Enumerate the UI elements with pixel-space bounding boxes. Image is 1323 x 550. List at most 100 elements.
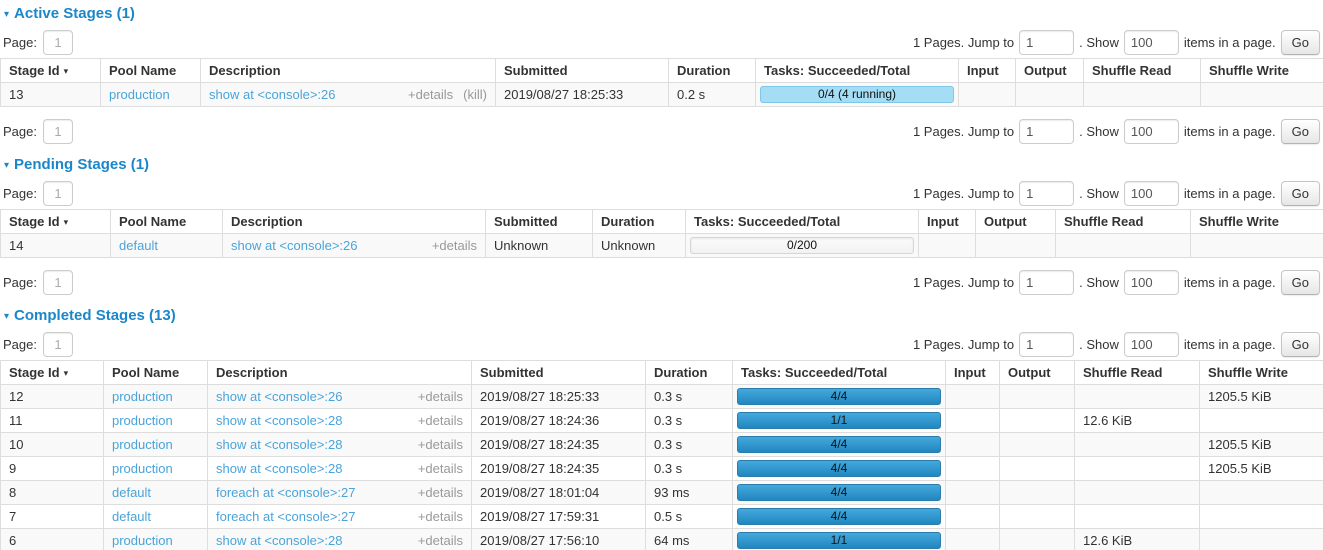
go-button[interactable]: Go [1281, 332, 1320, 357]
stage-id-cell: 11 [1, 409, 104, 433]
page-input[interactable] [43, 332, 73, 357]
column-header-description[interactable]: Description [208, 361, 472, 385]
details-toggle-link[interactable]: +details [418, 509, 463, 524]
page-label: Page: [3, 186, 37, 201]
column-header-input[interactable]: Input [919, 210, 976, 234]
description-link[interactable]: foreach at <console>:27 [216, 509, 356, 524]
description-link[interactable]: foreach at <console>:27 [216, 485, 356, 500]
details-toggle-link[interactable]: +details [418, 461, 463, 476]
column-header-shuffle-write[interactable]: Shuffle Write [1200, 361, 1323, 385]
column-header-submitted[interactable]: Submitted [472, 361, 646, 385]
column-header-stage-id[interactable]: Stage Id▾ [1, 210, 111, 234]
input-cell [946, 505, 1000, 529]
go-button[interactable]: Go [1281, 270, 1320, 295]
column-header-shuffle-read[interactable]: Shuffle Read [1056, 210, 1191, 234]
show-items-input[interactable] [1124, 332, 1179, 357]
details-toggle-link[interactable]: +details [418, 389, 463, 404]
pool-name-link[interactable]: production [112, 533, 173, 548]
description-link[interactable]: show at <console>:26 [209, 87, 335, 102]
description-link[interactable]: show at <console>:26 [216, 389, 342, 404]
show-items-input[interactable] [1124, 30, 1179, 55]
column-header-output[interactable]: Output [976, 210, 1056, 234]
column-header-submitted[interactable]: Submitted [486, 210, 593, 234]
pool-name-link[interactable]: production [112, 413, 173, 428]
column-header-input[interactable]: Input [946, 361, 1000, 385]
column-header-tasks[interactable]: Tasks: Succeeded/Total [756, 59, 959, 83]
shuffle-write-cell [1200, 409, 1323, 433]
column-header-pool-name[interactable]: Pool Name [111, 210, 223, 234]
go-button[interactable]: Go [1281, 181, 1320, 206]
column-header-shuffle-read[interactable]: Shuffle Read [1075, 361, 1200, 385]
pool-name-link[interactable]: default [112, 485, 151, 500]
details-toggle-link[interactable]: +details [432, 238, 477, 253]
input-cell [959, 83, 1016, 107]
column-header-description[interactable]: Description [223, 210, 486, 234]
jump-to-input[interactable] [1019, 181, 1074, 206]
details-toggle-link[interactable]: +details [418, 533, 463, 548]
page-input[interactable] [43, 30, 73, 55]
show-items-input[interactable] [1124, 119, 1179, 144]
pool-name-link[interactable]: production [112, 461, 173, 476]
kill-link[interactable]: (kill) [463, 87, 487, 102]
column-header-input[interactable]: Input [959, 59, 1016, 83]
section-header-completed[interactable]: ▾Completed Stages (13) [4, 307, 1323, 324]
page-input[interactable] [43, 181, 73, 206]
task-progress-bar: 1/1 [737, 532, 941, 549]
column-header-stage-id[interactable]: Stage Id▾ [1, 361, 104, 385]
items-per-page-label: items in a page. [1184, 186, 1276, 201]
task-progress-label: 0/4 (4 running) [761, 87, 953, 102]
completed-stages-table: Stage Id▾Pool NameDescriptionSubmittedDu… [0, 360, 1323, 550]
details-toggle-link[interactable]: +details [418, 485, 463, 500]
description-link[interactable]: show at <console>:28 [216, 413, 342, 428]
show-items-input[interactable] [1124, 270, 1179, 295]
column-header-submitted[interactable]: Submitted [496, 59, 669, 83]
column-header-stage-id[interactable]: Stage Id▾ [1, 59, 101, 83]
pool-name-link[interactable]: default [112, 509, 151, 524]
column-header-duration[interactable]: Duration [646, 361, 733, 385]
section-header-active[interactable]: ▾Active Stages (1) [4, 5, 1323, 22]
jump-to-input[interactable] [1019, 270, 1074, 295]
pool-name-link[interactable]: default [119, 238, 158, 253]
section-header-pending[interactable]: ▾Pending Stages (1) [4, 156, 1323, 173]
column-header-pool-name[interactable]: Pool Name [101, 59, 201, 83]
collapse-caret-icon: ▾ [4, 9, 9, 20]
pool-name-cell: production [104, 409, 208, 433]
column-header-output[interactable]: Output [1016, 59, 1084, 83]
pool-name-link[interactable]: production [109, 87, 170, 102]
details-toggle-link[interactable]: +details [418, 437, 463, 452]
column-header-output[interactable]: Output [1000, 361, 1075, 385]
description-link[interactable]: show at <console>:28 [216, 437, 342, 452]
column-header-duration[interactable]: Duration [669, 59, 756, 83]
description-actions: +details [418, 509, 463, 524]
column-header-description[interactable]: Description [201, 59, 496, 83]
submitted-cell: 2019/08/27 17:59:31 [472, 505, 646, 529]
column-header-shuffle-write[interactable]: Shuffle Write [1201, 59, 1323, 83]
jump-to-input[interactable] [1019, 332, 1074, 357]
pages-count-label: 1 Pages. Jump to [913, 35, 1014, 50]
column-header-shuffle-read[interactable]: Shuffle Read [1084, 59, 1201, 83]
pool-name-link[interactable]: production [112, 389, 173, 404]
column-header-tasks[interactable]: Tasks: Succeeded/Total [686, 210, 919, 234]
description-link[interactable]: show at <console>:28 [216, 461, 342, 476]
page-input[interactable] [43, 270, 73, 295]
pool-name-link[interactable]: production [112, 437, 173, 452]
output-cell [1016, 83, 1084, 107]
jump-to-input[interactable] [1019, 119, 1074, 144]
details-toggle-link[interactable]: +details [418, 413, 463, 428]
description-link[interactable]: show at <console>:26 [231, 238, 357, 253]
page-selector: Page: [3, 181, 73, 206]
page-input[interactable] [43, 119, 73, 144]
go-button[interactable]: Go [1281, 119, 1320, 144]
section-title-text: Pending Stages (1) [14, 156, 149, 173]
go-button[interactable]: Go [1281, 30, 1320, 55]
column-header-duration[interactable]: Duration [593, 210, 686, 234]
output-cell [1000, 385, 1075, 409]
description-link[interactable]: show at <console>:28 [216, 533, 342, 548]
jump-to-input[interactable] [1019, 30, 1074, 55]
column-header-shuffle-write[interactable]: Shuffle Write [1191, 210, 1323, 234]
show-items-input[interactable] [1124, 181, 1179, 206]
page-label: Page: [3, 35, 37, 50]
column-header-tasks[interactable]: Tasks: Succeeded/Total [733, 361, 946, 385]
details-toggle-link[interactable]: +details [408, 87, 453, 102]
column-header-pool-name[interactable]: Pool Name [104, 361, 208, 385]
